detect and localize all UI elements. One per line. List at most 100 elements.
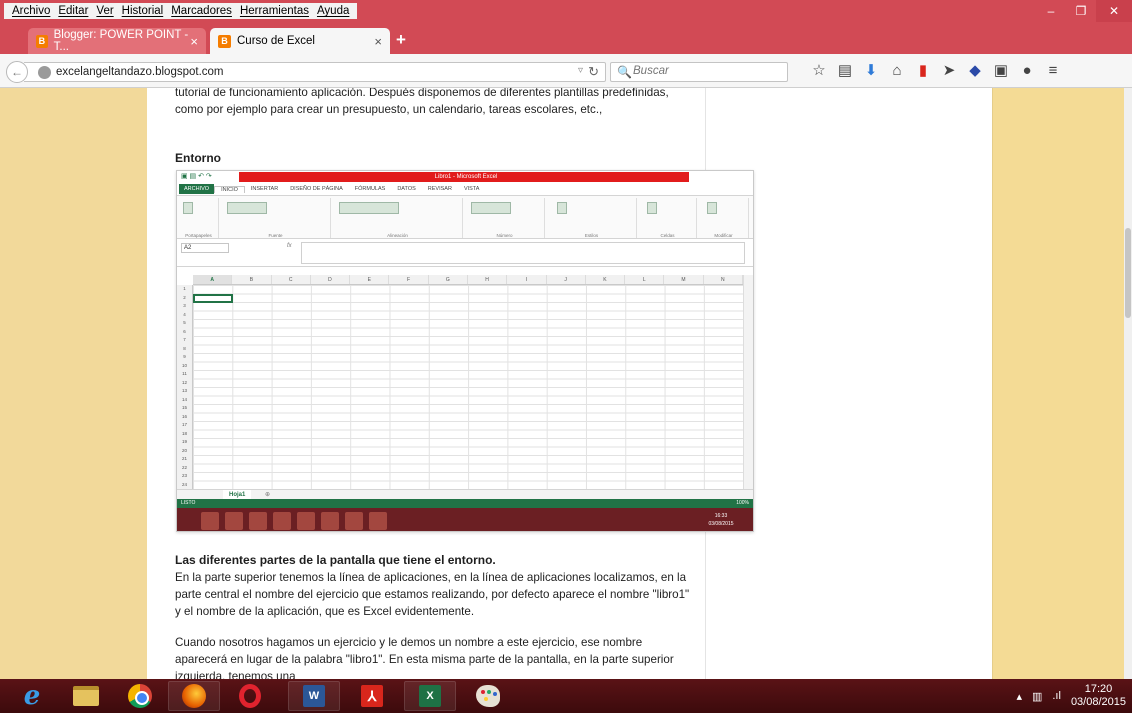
number-icon: [471, 202, 511, 214]
reload-icon[interactable]: ↻: [588, 64, 599, 80]
home-icon[interactable]: ⌂: [884, 61, 910, 81]
taskbar-firefox[interactable]: [168, 681, 220, 711]
group-estilos: Estilos: [547, 198, 637, 238]
blogger-icon: B: [36, 34, 48, 48]
excel-zoom: 100%: [736, 500, 749, 506]
menu-herramientas[interactable]: Herramientas: [236, 3, 313, 19]
show-hidden-icons-icon[interactable]: ▴: [1016, 690, 1022, 703]
excel-title: Libro1 - Microsoft Excel: [434, 174, 498, 180]
excel-screenshot-image: Libro1 - Microsoft Excel ▣ ▤ ↶ ↷ ARCHIVO…: [176, 170, 754, 532]
taskbar-chrome[interactable]: [114, 681, 166, 711]
taskbar-opera[interactable]: [224, 681, 276, 711]
group-numero: Número: [465, 198, 545, 238]
taskbar-word[interactable]: W: [288, 681, 340, 711]
tab-strip: B Blogger: POWER POINT - T... × B Curso …: [0, 22, 1132, 54]
dropdown-arrow-icon[interactable]: ▿: [578, 65, 583, 76]
excel-column-headers: A B C D E F G H I J K L M N: [193, 275, 743, 285]
url-text[interactable]: excelangeltandazo.blogspot.com: [56, 66, 224, 78]
group-fuente: Fuente: [221, 198, 331, 238]
firefox-window: Archivo Editar Ver Historial Marcadores …: [0, 0, 1132, 713]
excel-screenshot-taskbar: 16:33 03/08/2015: [177, 508, 753, 531]
menu-hamburger-icon[interactable]: ≡: [1040, 61, 1066, 81]
taskbar-ie[interactable]: e: [6, 681, 58, 711]
section-heading-partes: Las diferentes partes de la pantalla que…: [175, 553, 496, 567]
toolbar-icons: ☆ ▤ ⬇ ⌂ ▮ ➤ ◆ ▣ ● ≡: [806, 61, 1066, 81]
paragraph-partes: En la parte superior tenemos la línea de…: [175, 571, 690, 618]
taskbar-icon: [321, 511, 339, 530]
excel-sheet-tabs: Hoja1 ⊕: [177, 489, 753, 502]
taskbar-excel[interactable]: X: [404, 681, 456, 711]
excel-cells: [193, 285, 743, 489]
pdf-addon-icon[interactable]: ▮: [910, 61, 936, 81]
taskbar-icon: [225, 511, 243, 530]
opera-icon: [239, 684, 261, 708]
navigation-bar: excelangeltandazo.blogspot.com ▿ ↻ ← 🔍 ☆…: [0, 54, 1132, 88]
search-input[interactable]: [633, 65, 783, 77]
globe-icon: [38, 66, 51, 79]
tab-curso-de-excel[interactable]: B Curso de Excel ×: [210, 28, 390, 54]
excel-formula-bar: A2 fx: [177, 239, 753, 267]
menu-marcadores[interactable]: Marcadores: [167, 3, 236, 19]
bookmark-star-icon[interactable]: ☆: [806, 61, 832, 81]
excel-tab-vista: VISTA: [463, 186, 480, 192]
group-modificar: Modificar: [699, 198, 749, 238]
menu-archivo[interactable]: Archivo: [8, 3, 54, 19]
menu-bar: Archivo Editar Ver Historial Marcadores …: [0, 0, 1132, 22]
menu-ayuda[interactable]: Ayuda: [313, 3, 353, 19]
chat-icon[interactable]: ●: [1014, 61, 1040, 81]
tab-close-icon[interactable]: ×: [190, 34, 198, 49]
group-portapapeles: Portapapeles: [179, 198, 219, 238]
excel-tab-insertar: INSERTAR: [250, 186, 279, 192]
tab-close-icon[interactable]: ×: [374, 34, 382, 49]
acrobat-icon: ⅄: [361, 685, 383, 707]
menu-editar[interactable]: Editar: [54, 3, 92, 19]
word-icon: W: [303, 685, 325, 707]
folder-icon: [73, 686, 99, 706]
minimize-button[interactable]: –: [1036, 0, 1066, 22]
blogger-icon: B: [218, 34, 231, 48]
signal-icon[interactable]: .ıl: [1052, 690, 1061, 702]
excel-tab-datos: DATOS: [397, 186, 416, 192]
group-celdas: Celdas: [639, 198, 697, 238]
taskbar-clock[interactable]: 17:20 03/08/2015: [1071, 683, 1126, 709]
window-controls: – ❐ ✕: [1036, 0, 1132, 22]
search-icon: 🔍: [617, 65, 632, 79]
firefox-icon: [182, 684, 206, 708]
excel-ribbon-tabs: ARCHIVO INICIO INSERTAR DISEÑO DE PÁGINA…: [177, 183, 753, 195]
address-bar[interactable]: excelangeltandazo.blogspot.com ▿ ↻: [24, 62, 606, 82]
group-alineacion: Alineación: [333, 198, 463, 238]
excel-formula-input: [301, 242, 745, 264]
excel-selected-cell: [193, 293, 233, 303]
menu-historial[interactable]: Historial: [118, 3, 168, 19]
tab-blogger[interactable]: B Blogger: POWER POINT - T... ×: [28, 28, 206, 54]
send-icon[interactable]: ➤: [936, 61, 962, 81]
taskbar-icon: [273, 511, 291, 530]
taskbar-paint[interactable]: [462, 681, 514, 711]
paste-icon: [183, 202, 193, 214]
excel-row-headers: 1 2 3 4 5 6 7 8 9 10 11 12 13 14 15 16 17 18 19 20 21 22 23 24: [177, 285, 193, 489]
excel-tab-archivo: ARCHIVO: [179, 184, 215, 194]
taskbar-icon: [369, 511, 387, 530]
pocket-icon[interactable]: ▣: [988, 61, 1014, 81]
excel-icon: X: [419, 685, 441, 707]
taskbar-acrobat[interactable]: ⅄: [346, 681, 398, 711]
search-box[interactable]: 🔍: [610, 62, 788, 82]
excel-clock: 16:33 03/08/2015: [708, 513, 734, 527]
taskbar-icon: [345, 511, 363, 530]
right-sidebar: [992, 88, 1124, 679]
back-button[interactable]: ←: [6, 61, 28, 83]
excel-grid: A B C D E F G H I J K L M N 1 2 3 4 5 6 7 8 9 10 1…: [177, 275, 753, 489]
scrollbar-thumb[interactable]: [1125, 228, 1131, 318]
page-scrollbar[interactable]: [1124, 88, 1132, 679]
adblock-icon[interactable]: ◆: [962, 61, 988, 81]
taskbar-explorer[interactable]: [60, 681, 112, 711]
menu-ver[interactable]: Ver: [92, 3, 117, 19]
new-tab-button[interactable]: +: [396, 30, 406, 50]
excel-tab-inicio: INICIO: [214, 185, 245, 193]
maximize-button[interactable]: ❐: [1066, 0, 1096, 22]
close-window-button[interactable]: ✕: [1096, 0, 1132, 22]
paint-icon: [476, 685, 500, 707]
download-icon[interactable]: ⬇: [858, 61, 884, 81]
reading-list-icon[interactable]: ▤: [832, 61, 858, 81]
network-icon[interactable]: ▥: [1032, 690, 1042, 703]
